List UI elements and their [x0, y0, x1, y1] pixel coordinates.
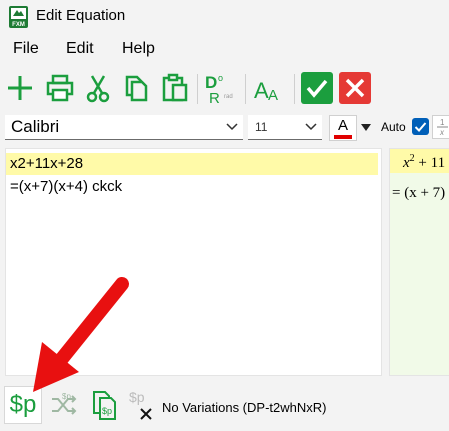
preview-line-1: x2 + 11 — [403, 153, 445, 172]
preview-line-1-rest: + 11 — [414, 155, 446, 171]
menu-bar: File Edit Help — [0, 36, 449, 64]
equation-editor[interactable]: x2+11x+28 =(x+7)(x+4) ckck — [5, 148, 382, 376]
font-size-button[interactable]: A A — [250, 70, 286, 106]
clear-variations-button[interactable]: $p — [124, 386, 162, 424]
font-family-select[interactable]: Calibri — [5, 115, 243, 140]
toolbar: D o R rad A A — [0, 70, 449, 110]
font-color-letter: A — [338, 117, 349, 134]
copy-button[interactable] — [118, 70, 154, 106]
svg-text:A: A — [254, 78, 269, 103]
radian-sub: rad — [224, 94, 233, 100]
svg-text:$p: $p — [102, 406, 112, 416]
shuffle-icon: $p — [52, 392, 77, 415]
auto-label: Auto — [381, 120, 406, 134]
preview-line-2: = (x + 7) — [392, 185, 446, 201]
toolbar-divider — [197, 74, 198, 104]
svg-text:x: x — [439, 128, 445, 137]
ok-button[interactable] — [299, 70, 335, 106]
font-size-value: 11 — [255, 120, 268, 134]
checkmark-icon — [301, 72, 333, 104]
menu-file[interactable]: File — [13, 40, 39, 58]
copy-icon — [125, 75, 148, 102]
auto-checkbox[interactable] — [412, 118, 429, 135]
checkmark-icon — [414, 122, 427, 132]
svg-text:1: 1 — [440, 118, 445, 127]
menu-edit[interactable]: Edit — [66, 40, 94, 58]
editor-line[interactable]: x2+11x+28 — [6, 153, 378, 175]
font-size-select[interactable]: 11 — [248, 115, 322, 140]
svg-text:$p: $p — [62, 392, 71, 401]
shuffle-button[interactable]: $p — [45, 386, 83, 424]
degree-sup: o — [218, 73, 223, 83]
preview-line-highlight: x2 + 11 — [390, 149, 449, 173]
document-dollar-button[interactable]: $p — [86, 386, 124, 424]
chevron-down-icon — [305, 123, 317, 131]
cut-button[interactable] — [80, 70, 116, 106]
document-dollar-icon: $p — [93, 391, 116, 420]
svg-text:A: A — [268, 87, 278, 104]
print-button[interactable] — [42, 70, 78, 106]
cancel-button[interactable] — [337, 70, 373, 106]
svg-text:$p: $p — [129, 389, 145, 405]
caret-down-icon[interactable] — [360, 123, 372, 133]
bottom-bar: $p $p $p $p No Variations (DP-t2whNxR) — [0, 384, 449, 431]
new-button[interactable] — [2, 70, 38, 106]
font-color-button[interactable]: A — [329, 115, 357, 141]
title-bar: FXM Edit Equation — [0, 0, 449, 34]
printer-icon — [46, 74, 74, 102]
toolbar-divider — [245, 74, 246, 104]
preview-var-x: x — [403, 155, 410, 171]
svg-text:R: R — [209, 90, 220, 105]
menu-help[interactable]: Help — [122, 40, 155, 58]
editor-line[interactable]: =(x+7)(x+4) ckck — [6, 176, 378, 198]
paste-button[interactable] — [157, 70, 193, 106]
fraction-button[interactable]: 1 x — [432, 115, 449, 139]
font-size-icon: A A — [254, 78, 278, 104]
font-color-swatch — [334, 135, 352, 139]
clipboard-icon — [162, 73, 188, 102]
toolbar-divider — [294, 74, 295, 104]
dollar-remove-icon: $p — [129, 389, 152, 420]
degree-radian-button[interactable]: D o R rad — [202, 70, 238, 106]
scissors-icon — [86, 75, 110, 103]
dollar-p-label: $p — [9, 391, 37, 418]
format-bar: Calibri 11 A Auto 1 x — [0, 115, 449, 141]
chevron-down-icon — [226, 123, 238, 131]
dollar-p-button[interactable]: $p — [4, 386, 42, 424]
app-icon: FXM — [9, 6, 28, 28]
close-icon — [339, 72, 371, 104]
degree-radian-icon: D o R rad — [205, 73, 233, 105]
equation-preview: x2 + 11 = (x + 7) — [389, 148, 449, 376]
app-icon-label: FXM — [12, 22, 25, 28]
plus-icon — [8, 76, 32, 100]
window-title: Edit Equation — [36, 7, 126, 24]
variations-status: No Variations (DP-t2whNxR) — [162, 400, 327, 415]
fraction-icon: 1 x — [437, 118, 448, 137]
font-family-value: Calibri — [11, 117, 60, 136]
